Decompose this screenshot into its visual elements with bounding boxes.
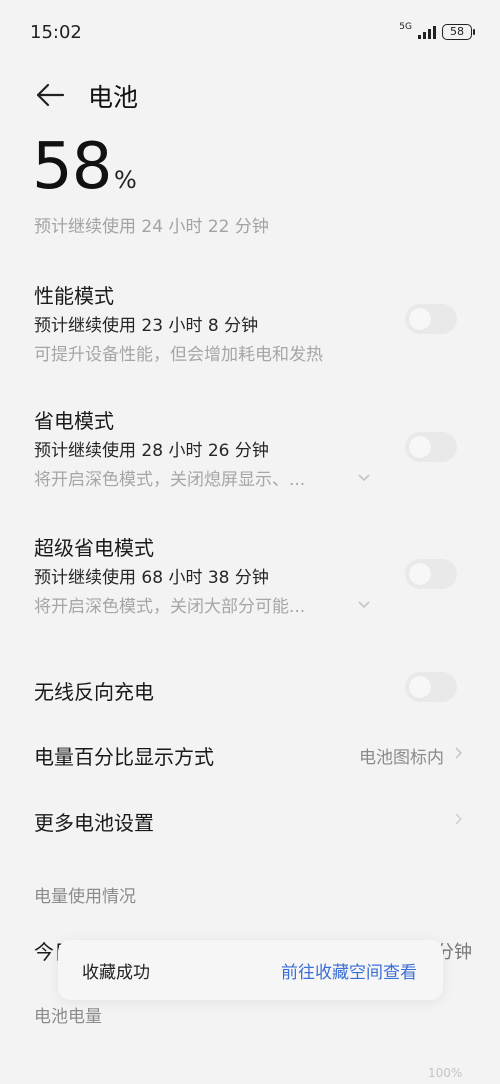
more-battery-settings-label: 更多电池设置 <box>34 811 154 835</box>
percent-display-label: 电量百分比显示方式 <box>34 745 214 769</box>
chevron-right-icon <box>455 747 463 759</box>
toast-message: 收藏成功 <box>82 963 150 983</box>
performance-mode-estimate: 预计继续使用 23 小时 8 分钟 <box>34 316 259 336</box>
signal-icon <box>418 25 436 39</box>
battery-percent: 58 <box>32 130 112 204</box>
status-bar: 15:02 5G 58 <box>0 0 500 64</box>
battery-percent-unit: % <box>114 166 137 194</box>
toggle-knob <box>409 676 431 698</box>
back-arrow-icon[interactable] <box>32 80 66 110</box>
performance-mode-toggle[interactable] <box>405 304 457 334</box>
performance-mode-desc: 可提升设备性能，但会增加耗电和发热 <box>34 345 323 365</box>
page-title: 电池 <box>88 83 139 112</box>
super-power-saving-mode-estimate: 预计继续使用 68 小时 38 分钟 <box>34 568 269 588</box>
performance-mode-title: 性能模式 <box>34 284 114 308</box>
super-power-saving-mode-title: 超级省电模式 <box>34 536 154 560</box>
toast: 收藏成功 前往收藏空间查看 <box>58 940 443 1000</box>
toast-action-link[interactable]: 前往收藏空间查看 <box>281 958 417 983</box>
chevron-right-icon <box>455 813 463 825</box>
toggle-knob <box>409 308 431 330</box>
power-saving-mode-estimate: 预计继续使用 28 小时 26 分钟 <box>34 441 269 461</box>
wireless-reverse-charging-toggle[interactable] <box>405 672 457 702</box>
chart-axis-max-label: 100% <box>428 1066 463 1080</box>
status-icons: 5G 58 <box>399 22 475 40</box>
chevron-down-icon[interactable] <box>357 600 371 610</box>
power-saving-mode-desc: 将开启深色模式，关闭熄屏显示、... <box>34 470 306 490</box>
toggle-knob <box>409 436 431 458</box>
percent-display-value: 电池图标内 <box>359 748 444 768</box>
status-time: 15:02 <box>30 22 82 43</box>
network-type: 5G <box>399 22 412 32</box>
battery-level-section-title: 电池电量 <box>34 1007 102 1027</box>
toggle-knob <box>409 563 431 585</box>
super-power-saving-mode-toggle[interactable] <box>405 559 457 589</box>
power-saving-mode-toggle[interactable] <box>405 432 457 462</box>
power-saving-mode-title: 省电模式 <box>34 409 114 433</box>
top-bar: 电池 <box>0 70 500 120</box>
usage-section-title: 电量使用情况 <box>34 887 136 907</box>
wireless-reverse-charging-label: 无线反向充电 <box>34 680 154 704</box>
chevron-down-icon[interactable] <box>357 473 371 483</box>
super-power-saving-mode-desc: 将开启深色模式，关闭大部分可能... <box>34 597 306 617</box>
battery-estimate: 预计继续使用 24 小时 22 分钟 <box>34 217 269 237</box>
battery-icon: 58 <box>442 24 475 40</box>
